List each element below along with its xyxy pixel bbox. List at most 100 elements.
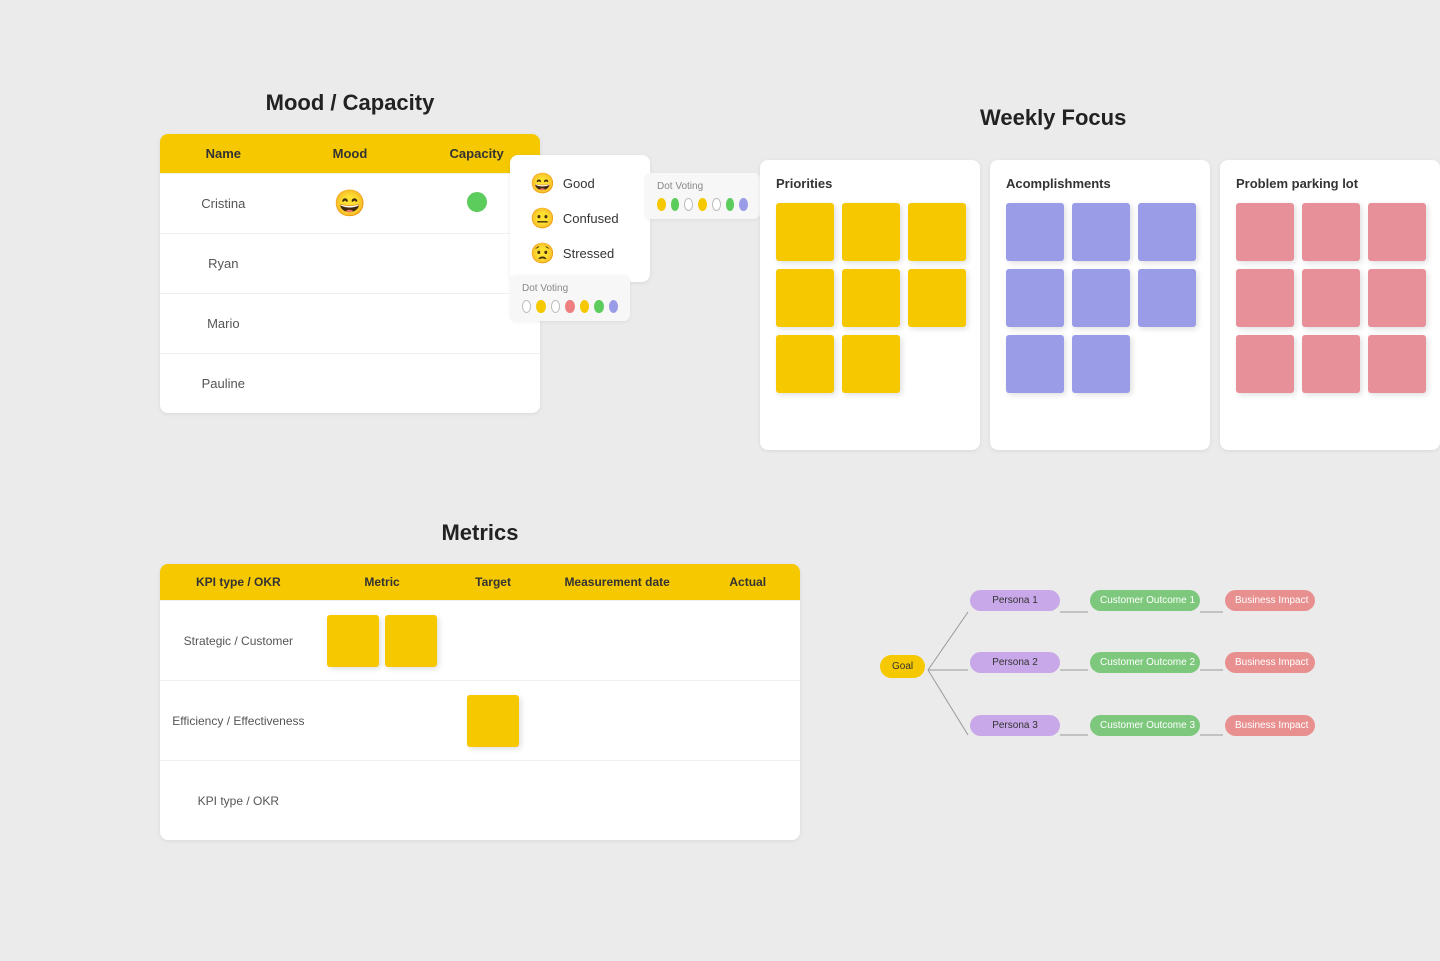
mood-emoji-pauline xyxy=(287,372,414,396)
priority-sticky-2[interactable] xyxy=(842,203,900,261)
vote-dot-t6 xyxy=(726,198,735,211)
problem-sticky-9[interactable] xyxy=(1368,335,1426,393)
priority-sticky-1[interactable] xyxy=(776,203,834,261)
accomp-sticky-2[interactable] xyxy=(1072,203,1130,261)
mood-table: Name Mood Capacity Cristina 😄 Ryan Mario… xyxy=(160,134,540,413)
metrics-section: Metrics KPI type / OKR Metric Target Mea… xyxy=(160,520,800,840)
priority-sticky-7[interactable] xyxy=(776,335,834,393)
dot-voting-legend-card: Dot Voting xyxy=(510,275,630,321)
legend-item-good: 😄 Good xyxy=(530,171,630,196)
metrics-sticky-1b[interactable] xyxy=(385,615,437,667)
metrics-cell-metric-1 xyxy=(317,605,448,677)
flow-impact-3: Business Impact xyxy=(1225,715,1315,736)
metrics-cell-kpi-3: KPI type / OKR xyxy=(160,784,317,818)
metrics-cell-actual-2 xyxy=(696,711,800,731)
vote-dot-3 xyxy=(551,300,560,313)
priorities-panel-title: Priorities xyxy=(776,176,964,191)
metrics-sticky-2a[interactable] xyxy=(467,695,519,747)
accomp-sticky-5[interactable] xyxy=(1072,269,1130,327)
priority-sticky-3[interactable] xyxy=(908,203,966,261)
vote-dot-t4 xyxy=(698,198,707,211)
mood-name-pauline: Pauline xyxy=(160,364,287,403)
vote-dot-5 xyxy=(580,300,589,313)
vote-dot-t5 xyxy=(712,198,721,211)
metrics-cell-metric-2 xyxy=(317,711,448,731)
legend-label-good: Good xyxy=(563,176,595,191)
mood-section-title: Mood / Capacity xyxy=(160,90,540,116)
accomp-sticky-3[interactable] xyxy=(1138,203,1196,261)
priority-sticky-5[interactable] xyxy=(842,269,900,327)
flow-persona-3: Persona 3 xyxy=(970,715,1060,736)
flow-impact-1: Business Impact xyxy=(1225,590,1315,611)
metrics-row-kpi: KPI type / OKR xyxy=(160,760,800,840)
mood-row-pauline: Pauline xyxy=(160,353,540,413)
mood-emoji-ryan xyxy=(287,252,414,276)
accomp-sticky-7[interactable] xyxy=(1006,335,1064,393)
mood-name-cristina: Cristina xyxy=(160,184,287,223)
metrics-row-strategic: Strategic / Customer xyxy=(160,600,800,680)
priority-sticky-8[interactable] xyxy=(842,335,900,393)
accomplishments-panel: Acomplishments xyxy=(990,160,1210,450)
problem-sticky-4[interactable] xyxy=(1236,269,1294,327)
accomp-sticky-1[interactable] xyxy=(1006,203,1064,261)
mood-row-ryan: Ryan xyxy=(160,233,540,293)
metrics-cell-kpi-1: Strategic / Customer xyxy=(160,624,317,658)
flow-outcome-3: Customer Outcome 3 xyxy=(1090,715,1200,736)
weekly-focus-title: Weekly Focus xyxy=(980,105,1126,131)
vote-dot-1 xyxy=(522,300,531,313)
flow-outcome-1: Customer Outcome 1 xyxy=(1090,590,1200,611)
flow-outcome-2: Customer Outcome 2 xyxy=(1090,652,1200,673)
dot-voting-top-label: Dot Voting xyxy=(657,181,748,192)
vote-dot-7 xyxy=(609,300,618,313)
priorities-sticky-grid xyxy=(776,203,964,393)
metrics-cell-kpi-2: Efficiency / Effectiveness xyxy=(160,704,317,738)
accomp-sticky-4[interactable] xyxy=(1006,269,1064,327)
vote-dot-t2 xyxy=(671,198,680,211)
metrics-header-date: Measurement date xyxy=(539,564,696,600)
problem-sticky-6[interactable] xyxy=(1368,269,1426,327)
metrics-table: KPI type / OKR Metric Target Measurement… xyxy=(160,564,800,840)
priorities-panel: Priorities xyxy=(760,160,980,450)
dot-voting-legend-dots xyxy=(522,300,618,313)
mood-emoji-mario xyxy=(287,312,414,336)
metrics-header-actual: Actual xyxy=(696,564,800,600)
problem-sticky-7[interactable] xyxy=(1236,335,1294,393)
flow-persona-1: Persona 1 xyxy=(970,590,1060,611)
accomp-sticky-8[interactable] xyxy=(1072,335,1130,393)
accomplishments-sticky-grid xyxy=(1006,203,1194,393)
dot-voting-top-dots xyxy=(657,198,748,211)
problem-parking-panel: Problem parking lot xyxy=(1220,160,1440,450)
problem-sticky-1[interactable] xyxy=(1236,203,1294,261)
vote-dot-4 xyxy=(565,300,574,313)
problem-panel-title: Problem parking lot xyxy=(1236,176,1424,191)
problem-sticky-5[interactable] xyxy=(1302,269,1360,327)
mood-legend-card: 😄 Good 😐 Confused 😟 Stressed xyxy=(510,155,650,282)
priority-sticky-4[interactable] xyxy=(776,269,834,327)
metrics-header-kpi: KPI type / OKR xyxy=(160,564,317,600)
problem-sticky-2[interactable] xyxy=(1302,203,1360,261)
flow-persona-2: Persona 2 xyxy=(970,652,1060,673)
metrics-table-header: KPI type / OKR Metric Target Measurement… xyxy=(160,564,800,600)
accomp-sticky-6[interactable] xyxy=(1138,269,1196,327)
metrics-header-metric: Metric xyxy=(317,564,448,600)
metrics-cell-date-1 xyxy=(539,631,696,651)
mood-header-mood: Mood xyxy=(287,134,414,173)
problem-sticky-grid xyxy=(1236,203,1424,393)
metrics-cell-metric-3 xyxy=(317,791,448,811)
problem-sticky-3[interactable] xyxy=(1368,203,1426,261)
vote-dot-2 xyxy=(536,300,545,313)
mood-emoji-happy: 😄 xyxy=(334,188,366,218)
priority-sticky-6[interactable] xyxy=(908,269,966,327)
flow-goal-node: Goal xyxy=(880,655,925,678)
metrics-cell-date-3 xyxy=(539,791,696,811)
vote-dot-t7 xyxy=(739,198,748,211)
metrics-cell-date-2 xyxy=(539,711,696,731)
mood-table-header: Name Mood Capacity xyxy=(160,134,540,173)
dot-voting-top-card: Dot Voting xyxy=(645,173,760,219)
mood-name-ryan: Ryan xyxy=(160,244,287,283)
metrics-sticky-1a[interactable] xyxy=(327,615,379,667)
legend-label-stressed: Stressed xyxy=(563,246,614,261)
problem-sticky-8[interactable] xyxy=(1302,335,1360,393)
dot-voting-legend-label: Dot Voting xyxy=(522,283,618,294)
emoji-confused: 😐 xyxy=(530,206,555,231)
